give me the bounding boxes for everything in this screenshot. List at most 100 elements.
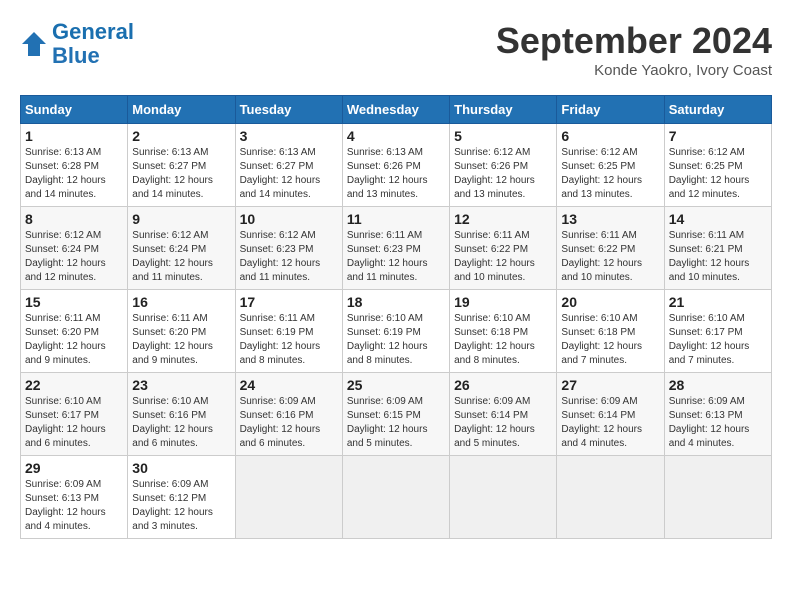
day-detail: Sunrise: 6:13 AMSunset: 6:27 PMDaylight:… [132,147,213,200]
calendar-day-cell: 13 Sunrise: 6:11 AMSunset: 6:22 PMDaylig… [557,207,664,290]
day-detail: Sunrise: 6:12 AMSunset: 6:25 PMDaylight:… [669,147,750,200]
logo-text: General Blue [52,20,134,68]
calendar-day-cell: 28 Sunrise: 6:09 AMSunset: 6:13 PMDaylig… [664,373,771,456]
day-detail: Sunrise: 6:11 AMSunset: 6:21 PMDaylight:… [669,230,750,283]
page-header: General Blue September 2024 Konde Yaokro… [20,20,772,79]
day-detail: Sunrise: 6:12 AMSunset: 6:25 PMDaylight:… [561,147,642,200]
calendar-day-cell: 2 Sunrise: 6:13 AMSunset: 6:27 PMDayligh… [128,124,235,207]
day-number: 5 [454,128,552,144]
day-detail: Sunrise: 6:12 AMSunset: 6:26 PMDaylight:… [454,147,535,200]
calendar-day-cell: 21 Sunrise: 6:10 AMSunset: 6:17 PMDaylig… [664,290,771,373]
day-detail: Sunrise: 6:13 AMSunset: 6:27 PMDaylight:… [240,147,321,200]
calendar-day-cell [450,456,557,539]
day-detail: Sunrise: 6:11 AMSunset: 6:22 PMDaylight:… [561,230,642,283]
weekday-header-cell: Sunday [21,96,128,124]
day-number: 28 [669,377,767,393]
weekday-header-cell: Monday [128,96,235,124]
day-number: 4 [347,128,445,144]
day-number: 19 [454,294,552,310]
day-detail: Sunrise: 6:09 AMSunset: 6:14 PMDaylight:… [454,396,535,449]
day-number: 9 [132,211,230,227]
calendar-day-cell: 23 Sunrise: 6:10 AMSunset: 6:16 PMDaylig… [128,373,235,456]
day-number: 30 [132,460,230,476]
day-number: 25 [347,377,445,393]
calendar-day-cell: 22 Sunrise: 6:10 AMSunset: 6:17 PMDaylig… [21,373,128,456]
day-detail: Sunrise: 6:10 AMSunset: 6:17 PMDaylight:… [25,396,106,449]
calendar-day-cell [664,456,771,539]
calendar-day-cell [557,456,664,539]
day-detail: Sunrise: 6:11 AMSunset: 6:20 PMDaylight:… [132,313,213,366]
day-detail: Sunrise: 6:10 AMSunset: 6:19 PMDaylight:… [347,313,428,366]
calendar-week-row: 29 Sunrise: 6:09 AMSunset: 6:13 PMDaylig… [21,456,772,539]
calendar-day-cell: 24 Sunrise: 6:09 AMSunset: 6:16 PMDaylig… [235,373,342,456]
day-detail: Sunrise: 6:09 AMSunset: 6:13 PMDaylight:… [669,396,750,449]
weekday-header-cell: Wednesday [342,96,449,124]
calendar-day-cell: 25 Sunrise: 6:09 AMSunset: 6:15 PMDaylig… [342,373,449,456]
day-detail: Sunrise: 6:10 AMSunset: 6:18 PMDaylight:… [454,313,535,366]
calendar-day-cell: 20 Sunrise: 6:10 AMSunset: 6:18 PMDaylig… [557,290,664,373]
calendar-day-cell: 19 Sunrise: 6:10 AMSunset: 6:18 PMDaylig… [450,290,557,373]
day-number: 6 [561,128,659,144]
calendar-week-row: 8 Sunrise: 6:12 AMSunset: 6:24 PMDayligh… [21,207,772,290]
day-number: 21 [669,294,767,310]
calendar-day-cell: 8 Sunrise: 6:12 AMSunset: 6:24 PMDayligh… [21,207,128,290]
day-detail: Sunrise: 6:12 AMSunset: 6:24 PMDaylight:… [132,230,213,283]
weekday-header-row: SundayMondayTuesdayWednesdayThursdayFrid… [21,96,772,124]
calendar-week-row: 1 Sunrise: 6:13 AMSunset: 6:28 PMDayligh… [21,124,772,207]
day-detail: Sunrise: 6:11 AMSunset: 6:22 PMDaylight:… [454,230,535,283]
calendar-day-cell [235,456,342,539]
weekday-header-cell: Friday [557,96,664,124]
day-number: 14 [669,211,767,227]
weekday-header-cell: Tuesday [235,96,342,124]
weekday-header-cell: Thursday [450,96,557,124]
day-number: 23 [132,377,230,393]
day-number: 7 [669,128,767,144]
calendar-day-cell: 16 Sunrise: 6:11 AMSunset: 6:20 PMDaylig… [128,290,235,373]
calendar-day-cell: 12 Sunrise: 6:11 AMSunset: 6:22 PMDaylig… [450,207,557,290]
day-detail: Sunrise: 6:13 AMSunset: 6:26 PMDaylight:… [347,147,428,200]
day-number: 16 [132,294,230,310]
day-detail: Sunrise: 6:10 AMSunset: 6:17 PMDaylight:… [669,313,750,366]
day-detail: Sunrise: 6:09 AMSunset: 6:12 PMDaylight:… [132,479,213,532]
day-number: 8 [25,211,123,227]
month-title: September 2024 [496,20,772,62]
day-number: 12 [454,211,552,227]
day-detail: Sunrise: 6:13 AMSunset: 6:28 PMDaylight:… [25,147,106,200]
day-detail: Sunrise: 6:10 AMSunset: 6:16 PMDaylight:… [132,396,213,449]
day-number: 20 [561,294,659,310]
calendar-week-row: 22 Sunrise: 6:10 AMSunset: 6:17 PMDaylig… [21,373,772,456]
calendar-day-cell: 15 Sunrise: 6:11 AMSunset: 6:20 PMDaylig… [21,290,128,373]
day-detail: Sunrise: 6:10 AMSunset: 6:18 PMDaylight:… [561,313,642,366]
day-detail: Sunrise: 6:12 AMSunset: 6:23 PMDaylight:… [240,230,321,283]
day-number: 10 [240,211,338,227]
logo-line1: General [52,19,134,44]
day-detail: Sunrise: 6:11 AMSunset: 6:19 PMDaylight:… [240,313,321,366]
location: Konde Yaokro, Ivory Coast [496,62,772,79]
calendar-day-cell: 26 Sunrise: 6:09 AMSunset: 6:14 PMDaylig… [450,373,557,456]
day-number: 24 [240,377,338,393]
weekday-header-cell: Saturday [664,96,771,124]
calendar-day-cell: 10 Sunrise: 6:12 AMSunset: 6:23 PMDaylig… [235,207,342,290]
calendar-day-cell: 7 Sunrise: 6:12 AMSunset: 6:25 PMDayligh… [664,124,771,207]
day-number: 11 [347,211,445,227]
day-number: 2 [132,128,230,144]
day-number: 27 [561,377,659,393]
calendar-day-cell: 1 Sunrise: 6:13 AMSunset: 6:28 PMDayligh… [21,124,128,207]
calendar-day-cell: 14 Sunrise: 6:11 AMSunset: 6:21 PMDaylig… [664,207,771,290]
day-number: 17 [240,294,338,310]
calendar-day-cell: 9 Sunrise: 6:12 AMSunset: 6:24 PMDayligh… [128,207,235,290]
calendar-day-cell: 11 Sunrise: 6:11 AMSunset: 6:23 PMDaylig… [342,207,449,290]
day-detail: Sunrise: 6:09 AMSunset: 6:13 PMDaylight:… [25,479,106,532]
calendar-day-cell: 6 Sunrise: 6:12 AMSunset: 6:25 PMDayligh… [557,124,664,207]
logo-icon [20,30,48,58]
calendar-day-cell: 27 Sunrise: 6:09 AMSunset: 6:14 PMDaylig… [557,373,664,456]
day-number: 15 [25,294,123,310]
day-number: 13 [561,211,659,227]
calendar-day-cell: 30 Sunrise: 6:09 AMSunset: 6:12 PMDaylig… [128,456,235,539]
logo-line2: Blue [52,43,100,68]
day-detail: Sunrise: 6:09 AMSunset: 6:15 PMDaylight:… [347,396,428,449]
title-block: September 2024 Konde Yaokro, Ivory Coast [496,20,772,79]
day-number: 22 [25,377,123,393]
calendar-week-row: 15 Sunrise: 6:11 AMSunset: 6:20 PMDaylig… [21,290,772,373]
calendar-day-cell: 18 Sunrise: 6:10 AMSunset: 6:19 PMDaylig… [342,290,449,373]
